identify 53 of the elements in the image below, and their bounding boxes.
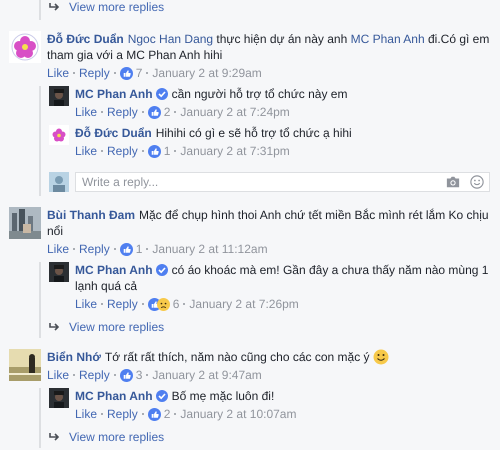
like-count: 3: [136, 367, 142, 383]
reply-text: MC Phan Anh cần người hỗ trợ tổ chức này em: [75, 86, 348, 102]
reply-link[interactable]: Reply: [107, 406, 138, 422]
timestamp: January 2 at 10:07am: [180, 406, 296, 422]
like-count: 2: [164, 406, 170, 422]
reply-field[interactable]: Write a reply...: [75, 172, 490, 192]
reply-text: MC Phan Anh Bố mẹ mặc luôn đi!: [75, 388, 276, 404]
comment-text: Đỗ Đức Duẩn Ngoc Han Dang thực hiện dự án này anh MC Phan Anh đi.Có gì em tham gia với a MC Phan Anh hihi: [47, 31, 490, 63]
author-link[interactable]: Đỗ Đức Duẩn: [47, 32, 124, 46]
view-more-replies-link[interactable]: View more replies: [49, 0, 490, 16]
timestamp: January 2 at 9:47am: [152, 367, 262, 383]
like-link[interactable]: Like: [75, 296, 98, 312]
reply-arrow-icon: [49, 2, 61, 12]
author-link[interactable]: MC Phan Anh: [75, 389, 153, 403]
like-link[interactable]: Like: [75, 143, 98, 159]
timestamp: January 2 at 9:29am: [152, 65, 262, 81]
timestamp: January 2 at 7:24pm: [180, 104, 290, 120]
comment-text: Biển Nhớ Tớ rất rất thích, năm nào cũng cho các con mặc ý: [47, 349, 490, 365]
like-link[interactable]: Like: [47, 367, 70, 383]
reply-link[interactable]: Reply: [107, 296, 138, 312]
reply-link[interactable]: Reply: [79, 65, 110, 81]
author-link[interactable]: Đỗ Đức Duẩn: [75, 126, 152, 140]
like-link[interactable]: Like: [75, 406, 98, 422]
reply-link[interactable]: Reply: [79, 367, 110, 383]
timestamp: January 2 at 7:31pm: [180, 143, 290, 159]
reply-link[interactable]: Reply: [107, 143, 138, 159]
view-more-replies-link[interactable]: View more replies: [49, 422, 490, 448]
mention-link[interactable]: Ngoc Han Dang: [128, 32, 214, 46]
like-link[interactable]: Like: [75, 104, 98, 120]
reply-text: Đỗ Đức Duẩn Hihihi có gì e sẽ hỗ trợ tổ chức ạ hihi: [75, 125, 353, 141]
reply-arrow-icon: [49, 432, 61, 442]
mention-link[interactable]: MC Phan Anh: [350, 32, 425, 46]
like-count: 1: [164, 143, 170, 159]
like-count: 6: [172, 296, 180, 312]
timestamp: January 2 at 7:26pm: [189, 296, 299, 312]
like-link[interactable]: Like: [47, 65, 70, 81]
smiley-icon[interactable]: [470, 175, 484, 189]
author-link[interactable]: Bùi Thanh Đam: [47, 208, 136, 222]
like-count: 7: [136, 65, 142, 81]
author-link[interactable]: MC Phan Anh: [75, 87, 153, 101]
author-link[interactable]: MC Phan Anh: [75, 263, 153, 277]
reply-link[interactable]: Reply: [107, 104, 138, 120]
camera-icon[interactable]: [446, 175, 460, 189]
reply-text: MC Phan Anh có áo khoác mà em! Gần đây a chưa thấy năm nào mùng 1 lạnh quá cả: [75, 262, 490, 294]
comment-text: Bùi Thanh Đam Mặc để chụp hình thoi Anh chứ tết miền Bắc mình rét lắm Ko chịu nổi: [47, 207, 490, 239]
timestamp: January 2 at 11:12am: [152, 241, 268, 257]
like-link[interactable]: Like: [47, 241, 70, 257]
view-more-replies-link[interactable]: View more replies: [49, 312, 490, 338]
author-link[interactable]: Biển Nhớ: [47, 350, 101, 364]
like-count: 2: [164, 104, 170, 120]
reply-arrow-icon: [49, 322, 61, 332]
reply-link[interactable]: Reply: [79, 241, 110, 257]
like-count: 1: [136, 241, 142, 257]
